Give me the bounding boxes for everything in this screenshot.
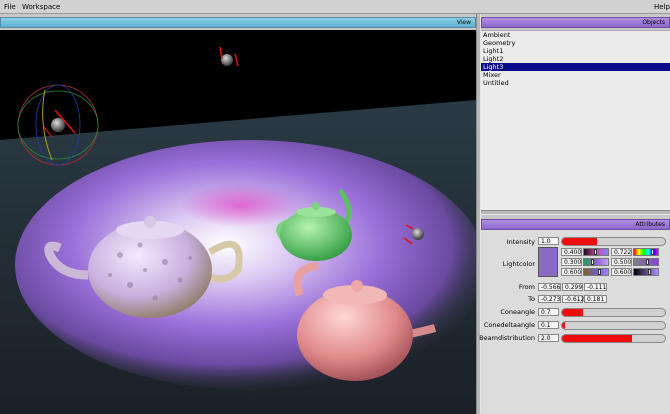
object-item-untitled[interactable]: Untitled bbox=[481, 79, 670, 87]
objects-titlebar: Objects bbox=[481, 17, 670, 28]
to-z-field[interactable]: 0.181 bbox=[584, 295, 607, 303]
coneangle-field[interactable]: 0.7 bbox=[538, 308, 559, 316]
beamdistribution-slider[interactable] bbox=[561, 334, 666, 343]
from-y-field[interactable]: 0.299 bbox=[562, 283, 583, 291]
menu-file[interactable]: File bbox=[4, 3, 16, 11]
lightcolor-r-knob[interactable] bbox=[594, 249, 597, 255]
object-item-ambient[interactable]: Ambient bbox=[481, 31, 670, 39]
conedeltaangle-label: Conedeltaangle bbox=[483, 321, 535, 329]
lightcolor-h-gradient[interactable] bbox=[633, 248, 659, 256]
attributes-panel: Intensity 1.0 Lightcolor 0.400 0.722 0.3… bbox=[479, 230, 670, 414]
view-titlebar: View bbox=[0, 17, 476, 28]
intensity-slider[interactable] bbox=[561, 237, 666, 246]
lightcolor-r-field[interactable]: 0.400 bbox=[561, 248, 582, 256]
object-item-geometry[interactable]: Geometry bbox=[481, 39, 670, 47]
object-item-light2[interactable]: Light2 bbox=[481, 55, 670, 63]
from-label: From bbox=[518, 283, 535, 291]
objects-title: Objects bbox=[642, 19, 665, 26]
intensity-field[interactable]: 1.0 bbox=[538, 237, 559, 245]
lightcolor-label: Lightcolor bbox=[502, 260, 535, 268]
object-item-light3[interactable]: Light3 bbox=[481, 63, 670, 71]
to-y-field[interactable]: -0.612 bbox=[562, 295, 584, 303]
lightcolor-h-knob[interactable] bbox=[651, 249, 654, 255]
lightcolor-s-knob[interactable] bbox=[646, 259, 649, 265]
coneangle-label: Coneangle bbox=[500, 308, 535, 316]
attributes-titlebar: Attributes bbox=[481, 219, 670, 230]
lightcolor-h-field[interactable]: 0.722 bbox=[611, 248, 632, 256]
scene-render[interactable] bbox=[0, 30, 476, 414]
conedeltaangle-slider[interactable] bbox=[561, 321, 666, 330]
view-title: View bbox=[456, 19, 471, 26]
lightcolor-v-knob[interactable] bbox=[648, 269, 651, 275]
object-item-mixer[interactable]: Mixer bbox=[481, 71, 670, 79]
attributes-title: Attributes bbox=[635, 221, 665, 228]
3d-viewport[interactable] bbox=[0, 30, 476, 414]
light-gizmo-top[interactable] bbox=[219, 46, 239, 67]
lightcolor-b-knob[interactable] bbox=[598, 269, 601, 275]
objects-list[interactable]: Ambient Geometry Light1 Light2 Light3 Mixer Un… bbox=[481, 30, 670, 211]
conedeltaangle-slider-fill bbox=[562, 322, 566, 329]
lightcolor-b-field[interactable]: 0.600 bbox=[561, 268, 582, 276]
intensity-label: Intensity bbox=[506, 238, 535, 246]
beamdistribution-slider-fill bbox=[562, 335, 633, 342]
lightcolor-b-gradient[interactable] bbox=[583, 268, 609, 276]
objects-attributes-splitter[interactable] bbox=[481, 210, 670, 215]
object-item-light1[interactable]: Light1 bbox=[481, 47, 670, 55]
lightcolor-g-field[interactable]: 0.300 bbox=[561, 258, 582, 266]
conedeltaangle-field[interactable]: 0.1 bbox=[538, 321, 559, 329]
from-z-field[interactable]: -0.111 bbox=[584, 283, 607, 291]
menu-workspace[interactable]: Workspace bbox=[22, 3, 60, 11]
coneangle-slider-fill bbox=[562, 309, 583, 316]
lightcolor-v-gradient[interactable] bbox=[633, 268, 659, 276]
lightcolor-v-field[interactable]: 0.600 bbox=[611, 268, 632, 276]
menu-help[interactable]: Help bbox=[654, 3, 670, 11]
lightcolor-s-gradient[interactable] bbox=[633, 258, 659, 266]
from-x-field[interactable]: -0.566 bbox=[538, 283, 561, 291]
pink-light-spot bbox=[180, 183, 300, 227]
coneangle-slider[interactable] bbox=[561, 308, 666, 317]
intensity-slider-fill bbox=[562, 238, 598, 245]
to-x-field[interactable]: -0.273 bbox=[538, 295, 561, 303]
to-label: To bbox=[528, 295, 535, 303]
lightcolor-swatch[interactable] bbox=[538, 247, 558, 277]
lightcolor-g-knob[interactable] bbox=[591, 259, 594, 265]
lightcolor-s-field[interactable]: 0.500 bbox=[611, 258, 632, 266]
beamdistribution-label: Beamdistribution bbox=[479, 334, 535, 342]
lightcolor-r-gradient[interactable] bbox=[583, 248, 609, 256]
menu-bar: File Workspace Help bbox=[0, 0, 670, 14]
lightcolor-g-gradient[interactable] bbox=[583, 258, 609, 266]
beamdistribution-field[interactable]: 2.0 bbox=[538, 334, 559, 342]
